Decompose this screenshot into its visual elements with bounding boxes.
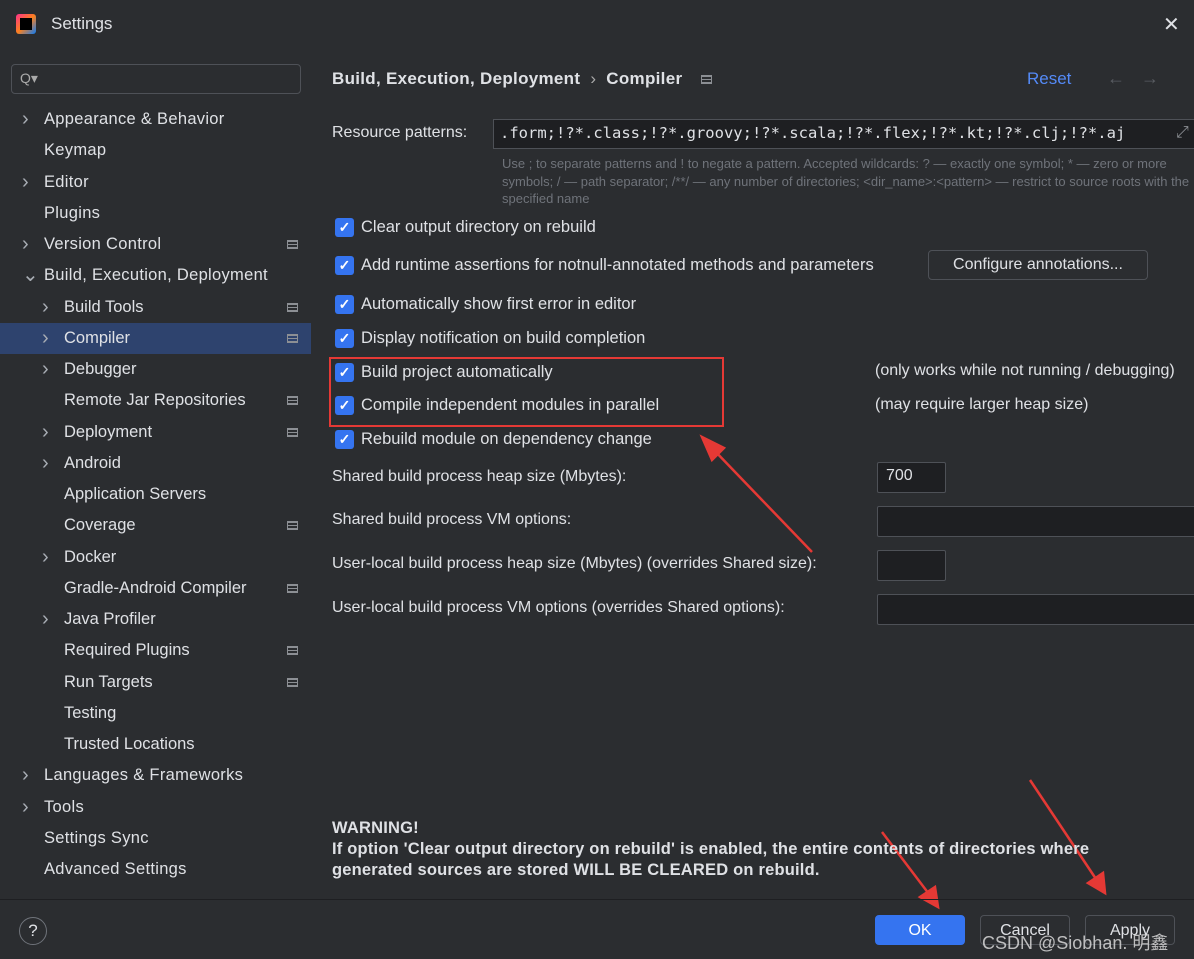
watermark: CSDN @Siobhan. 明鑫 xyxy=(982,933,1169,953)
warning-text: If option 'Clear output directory on reb… xyxy=(332,840,1090,879)
help-button[interactable]: ? xyxy=(19,917,47,945)
annotation-arrows xyxy=(699,434,1107,910)
warning-message: WARNING! If option 'Clear output directo… xyxy=(332,818,1162,881)
warning-title: WARNING! xyxy=(332,819,419,837)
footer-divider xyxy=(0,899,1194,900)
ok-button[interactable]: OK xyxy=(875,915,965,945)
